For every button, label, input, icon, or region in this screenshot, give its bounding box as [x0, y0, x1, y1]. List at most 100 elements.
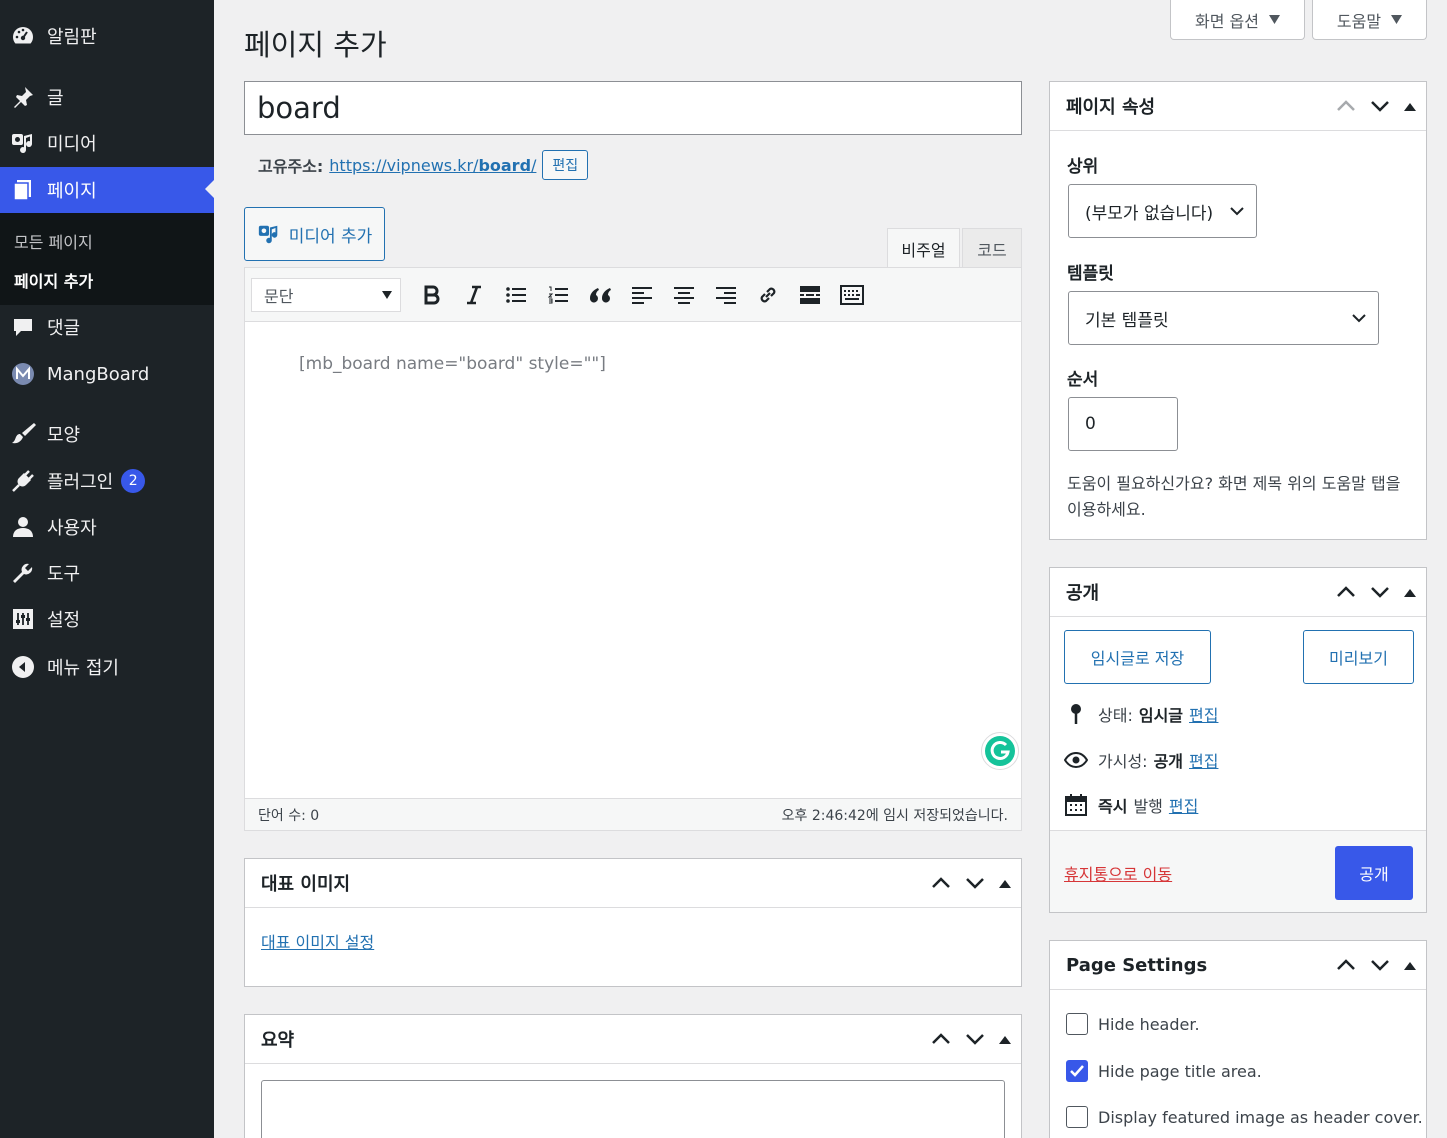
status-label: 상태:: [1098, 706, 1133, 725]
visibility-label: 가시성:: [1098, 752, 1148, 771]
calendar-icon: [1064, 794, 1088, 816]
chevron-down-icon[interactable]: [965, 1033, 985, 1045]
permalink-base: https://vipnews.kr/: [329, 155, 479, 175]
menu-plugins[interactable]: 플러그인 2: [0, 459, 214, 503]
italic-button[interactable]: [453, 278, 495, 312]
tools-icon: [10, 560, 36, 586]
read-more-button[interactable]: [789, 278, 831, 312]
mangboard-icon: [10, 361, 36, 387]
chevron-up-icon[interactable]: [931, 877, 951, 889]
post-title-input[interactable]: [244, 81, 1022, 135]
publish-actions: 휴지통으로 이동 공개: [1050, 830, 1426, 912]
triangle-up-icon[interactable]: [1404, 960, 1416, 970]
bulleted-list-button[interactable]: [495, 278, 537, 312]
set-featured-image-link[interactable]: 대표 이미지 설정: [261, 929, 374, 953]
submenu-all-pages[interactable]: 모든 페이지: [14, 229, 93, 253]
order-input-value: 0: [1085, 414, 1096, 434]
permalink-link[interactable]: https://vipnews.kr/board/: [329, 156, 536, 175]
menu-collapse[interactable]: 메뉴 접기: [0, 645, 214, 689]
align-left-icon: [632, 286, 652, 304]
menu-dashboard[interactable]: 알림판: [0, 14, 214, 58]
publish-button[interactable]: 공개: [1335, 846, 1413, 900]
preview-button[interactable]: 미리보기: [1303, 630, 1414, 684]
align-left-button[interactable]: [621, 278, 663, 312]
chevron-up-icon[interactable]: [1336, 959, 1356, 971]
screen-options-button[interactable]: 화면 옵션: [1170, 0, 1305, 40]
box-title: 공개: [1066, 583, 1100, 604]
media-icon: [10, 130, 36, 156]
page-title: 페이지 추가: [244, 28, 387, 62]
parent-select[interactable]: (부모가 없습니다): [1068, 184, 1257, 238]
featured-cover-checkbox[interactable]: [1066, 1106, 1088, 1128]
classic-editor: 문단 [mb_board name="board" style=""] 단어 수…: [244, 267, 1022, 831]
hide-title-option[interactable]: Hide page title area.: [1066, 1060, 1262, 1082]
triangle-up-icon[interactable]: [999, 1034, 1011, 1044]
italic-icon: [467, 285, 481, 304]
chevron-down-icon[interactable]: [1370, 100, 1390, 112]
bold-button[interactable]: [411, 278, 453, 312]
chevron-up-icon[interactable]: [931, 1033, 951, 1045]
permalink-label: 고유주소:: [258, 157, 324, 176]
box-title: 대표 이미지: [261, 874, 351, 895]
permalink-row: 고유주소: https://vipnews.kr/board/ 편집: [258, 150, 589, 180]
status-edit-link[interactable]: 편집: [1189, 702, 1218, 726]
save-draft-button[interactable]: 임시글로 저장: [1064, 630, 1211, 684]
menu-label: 플러그인: [47, 472, 114, 493]
editor-status-bar: 단어 수: 0 오후 2:46:42에 임시 저장되었습니다.: [245, 798, 1021, 830]
menu-posts[interactable]: 글: [0, 75, 214, 119]
toolbar-toggle-button[interactable]: [831, 278, 873, 312]
permalink-slug: board: [478, 155, 532, 175]
numbered-list-button[interactable]: [537, 278, 579, 312]
visibility-edit-link[interactable]: 편집: [1189, 748, 1218, 772]
move-to-trash-link[interactable]: 휴지통으로 이동: [1064, 861, 1172, 885]
triangle-down-icon: [382, 290, 392, 299]
triangle-up-icon[interactable]: [1404, 587, 1416, 597]
link-icon: [760, 287, 776, 302]
blockquote-button[interactable]: [579, 278, 621, 312]
order-input[interactable]: 0: [1068, 397, 1178, 451]
chevron-down-icon[interactable]: [1370, 959, 1390, 971]
excerpt-box: 요약: [244, 1014, 1022, 1138]
visibility-value: 공개: [1153, 752, 1184, 771]
page-attributes-box: 페이지 속성 상위 (부모가 없습니다) 템플릿 기본 템플릿 순서 0 도움이…: [1049, 81, 1427, 540]
hide-header-checkbox[interactable]: [1066, 1013, 1088, 1035]
template-select[interactable]: 기본 템플릿: [1068, 291, 1379, 345]
schedule-edit-link[interactable]: 편집: [1169, 793, 1198, 817]
hide-header-option[interactable]: Hide header.: [1066, 1013, 1200, 1035]
align-right-button[interactable]: [705, 278, 747, 312]
menu-users[interactable]: 사용자: [0, 505, 214, 549]
triangle-up-icon[interactable]: [999, 878, 1011, 888]
chevron-down-icon[interactable]: [965, 877, 985, 889]
menu-tools[interactable]: 도구: [0, 551, 214, 595]
menu-mangboard[interactable]: MangBoard: [0, 352, 214, 396]
align-center-button[interactable]: [663, 278, 705, 312]
triangle-up-icon[interactable]: [1404, 101, 1416, 111]
tab-visual[interactable]: 비주얼: [887, 228, 960, 268]
menu-comments[interactable]: 댓글: [0, 305, 214, 349]
box-title: 페이지 속성: [1066, 97, 1156, 118]
excerpt-textarea[interactable]: [261, 1080, 1005, 1138]
format-select-value: 문단: [264, 286, 294, 306]
featured-cover-option[interactable]: Display featured image as header cover.: [1066, 1106, 1423, 1128]
menu-label: 미디어: [47, 134, 97, 155]
permalink-edit-button[interactable]: 편집: [542, 150, 589, 180]
menu-appearance[interactable]: 모양: [0, 412, 214, 456]
format-select[interactable]: 문단: [251, 277, 401, 312]
add-media-button[interactable]: 미디어 추가: [244, 207, 385, 261]
menu-settings[interactable]: 설정: [0, 597, 214, 641]
hide-title-checkbox[interactable]: [1066, 1060, 1088, 1082]
editor-content[interactable]: [mb_board name="board" style=""]: [299, 354, 606, 374]
menu-media[interactable]: 미디어: [0, 121, 214, 165]
grammarly-button[interactable]: [981, 732, 1019, 770]
insert-link-button[interactable]: [747, 278, 789, 312]
submenu-add-page[interactable]: 페이지 추가: [14, 268, 93, 292]
help-button[interactable]: 도움말: [1312, 0, 1427, 40]
menu-pages[interactable]: 페이지: [0, 167, 214, 213]
appearance-icon: [10, 421, 36, 447]
chevron-up-icon[interactable]: [1336, 100, 1356, 112]
chevron-down-icon[interactable]: [1370, 586, 1390, 598]
chevron-up-icon[interactable]: [1336, 586, 1356, 598]
menu-label: 댓글: [47, 318, 81, 339]
tab-code[interactable]: 코드: [962, 228, 1022, 268]
collapse-icon: [10, 654, 36, 680]
